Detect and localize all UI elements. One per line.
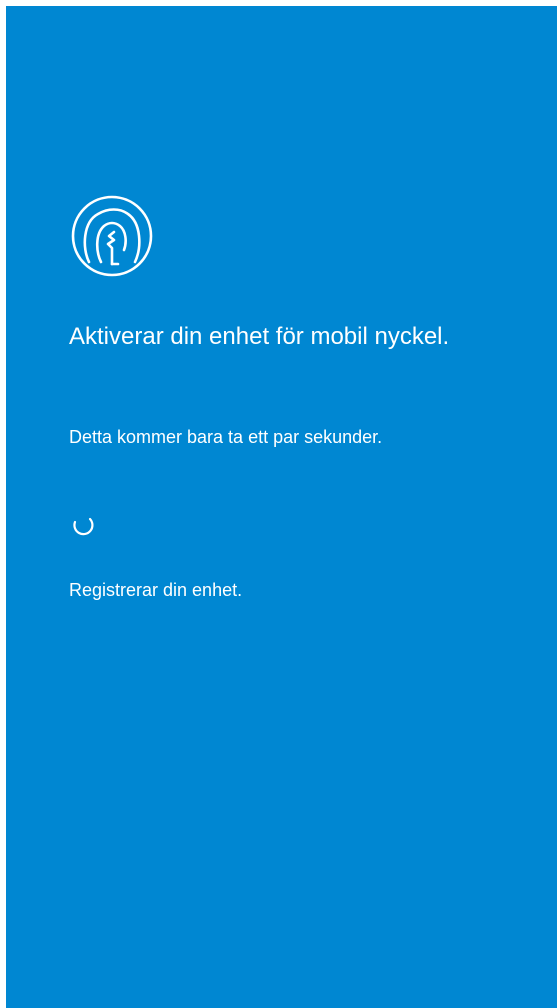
status-text: Registrerar din enhet. (69, 580, 243, 600)
page-title: Aktiverar din enhet för mobil nyckel. (69, 323, 450, 350)
activation-screen: Aktiverar din enhet för mobil nyckel. De… (6, 6, 557, 1008)
tree-logo-icon (68, 192, 156, 280)
subtitle-text: Detta kommer bara ta ett par sekunder. (69, 427, 383, 447)
loading-spinner-icon (66, 514, 100, 538)
